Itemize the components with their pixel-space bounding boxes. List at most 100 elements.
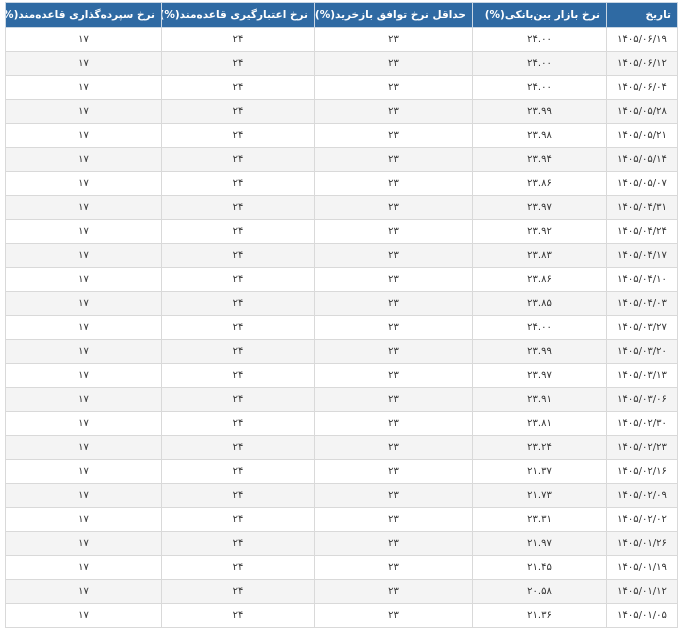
cell-min-repo-rate: ۲۳ [314,531,473,556]
cell-min-repo-rate: ۲۳ [314,243,473,268]
table-row: ۱۴۰۵/۰۲/۱۶ ۲۱.۳۷ ۲۳ ۲۴ ۱۷ [5,459,678,484]
cell-interbank-rate: ۲۳.۹۴ [472,147,607,172]
cell-interbank-rate: ۲۳.۹۷ [472,363,607,388]
table-row: ۱۴۰۵/۰۶/۱۲ ۲۴.۰۰ ۲۳ ۲۴ ۱۷ [5,51,678,76]
cell-interbank-rate: ۲۳.۹۹ [472,99,607,124]
table-row: ۱۴۰۵/۰۲/۲۳ ۲۳.۲۴ ۲۳ ۲۴ ۱۷ [5,435,678,460]
cell-min-repo-rate: ۲۳ [314,195,473,220]
cell-interbank-rate: ۲۳.۸۳ [472,243,607,268]
cell-deposit-facility-rate: ۱۷ [5,315,162,340]
cell-date: ۱۴۰۵/۰۵/۰۷ [606,171,678,196]
cell-min-repo-rate: ۲۳ [314,507,473,532]
cell-date: ۱۴۰۵/۰۲/۰۲ [606,507,678,532]
cell-deposit-facility-rate: ۱۷ [5,123,162,148]
table-row: ۱۴۰۵/۰۱/۰۵ ۲۱.۳۶ ۲۳ ۲۴ ۱۷ [5,603,678,628]
cell-deposit-facility-rate: ۱۷ [5,147,162,172]
cell-lending-facility-rate: ۲۴ [161,435,315,460]
cell-interbank-rate: ۲۳.۳۱ [472,507,607,532]
cell-min-repo-rate: ۲۳ [314,603,473,628]
table-row: ۱۴۰۵/۰۴/۱۰ ۲۳.۸۶ ۲۳ ۲۴ ۱۷ [5,267,678,292]
header-row: تاریخ نرخ بازار بین‌بانکی(%) حداقل نرخ ت… [5,2,678,28]
cell-deposit-facility-rate: ۱۷ [5,75,162,100]
cell-deposit-facility-rate: ۱۷ [5,99,162,124]
cell-lending-facility-rate: ۲۴ [161,579,315,604]
cell-deposit-facility-rate: ۱۷ [5,195,162,220]
cell-lending-facility-rate: ۲۴ [161,555,315,580]
cell-lending-facility-rate: ۲۴ [161,171,315,196]
cell-lending-facility-rate: ۲۴ [161,267,315,292]
cell-date: ۱۴۰۵/۰۵/۲۸ [606,99,678,124]
cell-min-repo-rate: ۲۳ [314,27,473,52]
cell-lending-facility-rate: ۲۴ [161,291,315,316]
cell-deposit-facility-rate: ۱۷ [5,51,162,76]
cell-date: ۱۴۰۵/۰۴/۰۳ [606,291,678,316]
table-body: ۱۴۰۵/۰۶/۱۹ ۲۴.۰۰ ۲۳ ۲۴ ۱۷ ۱۴۰۵/۰۶/۱۲ ۲۴.۰۰ ۲۳ ۲۴… [5,27,678,628]
cell-lending-facility-rate: ۲۴ [161,51,315,76]
cell-lending-facility-rate: ۲۴ [161,339,315,364]
cell-min-repo-rate: ۲۳ [314,171,473,196]
cell-min-repo-rate: ۲۳ [314,51,473,76]
cell-interbank-rate: ۲۳.۸۵ [472,291,607,316]
cell-interbank-rate: ۲۴.۰۰ [472,75,607,100]
cell-date: ۱۴۰۵/۰۲/۲۳ [606,435,678,460]
cell-min-repo-rate: ۲۳ [314,411,473,436]
cell-min-repo-rate: ۲۳ [314,483,473,508]
cell-interbank-rate: ۲۱.۳۷ [472,459,607,484]
cell-min-repo-rate: ۲۳ [314,99,473,124]
table-row: ۱۴۰۵/۰۵/۲۱ ۲۳.۹۸ ۲۳ ۲۴ ۱۷ [5,123,678,148]
cell-lending-facility-rate: ۲۴ [161,243,315,268]
cell-min-repo-rate: ۲۳ [314,75,473,100]
cell-lending-facility-rate: ۲۴ [161,27,315,52]
cell-lending-facility-rate: ۲۴ [161,315,315,340]
cell-interbank-rate: ۲۱.۹۷ [472,531,607,556]
cell-deposit-facility-rate: ۱۷ [5,291,162,316]
cell-interbank-rate: ۲۴.۰۰ [472,51,607,76]
table-row: ۱۴۰۵/۰۵/۲۸ ۲۳.۹۹ ۲۳ ۲۴ ۱۷ [5,99,678,124]
cell-deposit-facility-rate: ۱۷ [5,27,162,52]
cell-interbank-rate: ۲۳.۹۷ [472,195,607,220]
cell-interbank-rate: ۲۳.۲۴ [472,435,607,460]
cell-lending-facility-rate: ۲۴ [161,507,315,532]
cell-min-repo-rate: ۲۳ [314,579,473,604]
cell-interbank-rate: ۲۳.۹۸ [472,123,607,148]
header-interbank-rate: نرخ بازار بین‌بانکی(%) [472,2,607,28]
cell-min-repo-rate: ۲۳ [314,435,473,460]
interest-rates-table: تاریخ نرخ بازار بین‌بانکی(%) حداقل نرخ ت… [5,2,678,628]
cell-date: ۱۴۰۵/۰۵/۲۱ [606,123,678,148]
table-row: ۱۴۰۵/۰۶/۰۴ ۲۴.۰۰ ۲۳ ۲۴ ۱۷ [5,75,678,100]
cell-interbank-rate: ۲۳.۹۲ [472,219,607,244]
cell-deposit-facility-rate: ۱۷ [5,219,162,244]
cell-date: ۱۴۰۵/۰۱/۲۶ [606,531,678,556]
header-lending-facility-rate: نرخ اعتبارگیری قاعده‌مند(%) [161,2,315,28]
cell-lending-facility-rate: ۲۴ [161,603,315,628]
cell-date: ۱۴۰۵/۰۳/۲۷ [606,315,678,340]
cell-deposit-facility-rate: ۱۷ [5,339,162,364]
table-row: ۱۴۰۵/۰۴/۰۳ ۲۳.۸۵ ۲۳ ۲۴ ۱۷ [5,291,678,316]
cell-min-repo-rate: ۲۳ [314,459,473,484]
cell-deposit-facility-rate: ۱۷ [5,483,162,508]
cell-date: ۱۴۰۵/۰۴/۳۱ [606,195,678,220]
cell-lending-facility-rate: ۲۴ [161,459,315,484]
cell-date: ۱۴۰۵/۰۴/۱۰ [606,267,678,292]
table-row: ۱۴۰۵/۰۵/۰۷ ۲۳.۸۶ ۲۳ ۲۴ ۱۷ [5,171,678,196]
cell-deposit-facility-rate: ۱۷ [5,243,162,268]
cell-min-repo-rate: ۲۳ [314,363,473,388]
cell-interbank-rate: ۲۱.۳۶ [472,603,607,628]
cell-date: ۱۴۰۵/۰۶/۱۹ [606,27,678,52]
cell-min-repo-rate: ۲۳ [314,291,473,316]
cell-interbank-rate: ۲۱.۴۵ [472,555,607,580]
table-row: ۱۴۰۵/۰۳/۱۳ ۲۳.۹۷ ۲۳ ۲۴ ۱۷ [5,363,678,388]
cell-lending-facility-rate: ۲۴ [161,411,315,436]
cell-interbank-rate: ۲۳.۹۹ [472,339,607,364]
cell-lending-facility-rate: ۲۴ [161,99,315,124]
cell-date: ۱۴۰۵/۰۲/۳۰ [606,411,678,436]
cell-deposit-facility-rate: ۱۷ [5,603,162,628]
cell-lending-facility-rate: ۲۴ [161,531,315,556]
cell-deposit-facility-rate: ۱۷ [5,555,162,580]
cell-date: ۱۴۰۵/۰۶/۰۴ [606,75,678,100]
table-row: ۱۴۰۵/۰۳/۲۰ ۲۳.۹۹ ۲۳ ۲۴ ۱۷ [5,339,678,364]
cell-deposit-facility-rate: ۱۷ [5,435,162,460]
cell-interbank-rate: ۲۳.۸۶ [472,267,607,292]
table-row: ۱۴۰۵/۰۱/۲۶ ۲۱.۹۷ ۲۳ ۲۴ ۱۷ [5,531,678,556]
table-row: ۱۴۰۵/۰۵/۱۴ ۲۳.۹۴ ۲۳ ۲۴ ۱۷ [5,147,678,172]
